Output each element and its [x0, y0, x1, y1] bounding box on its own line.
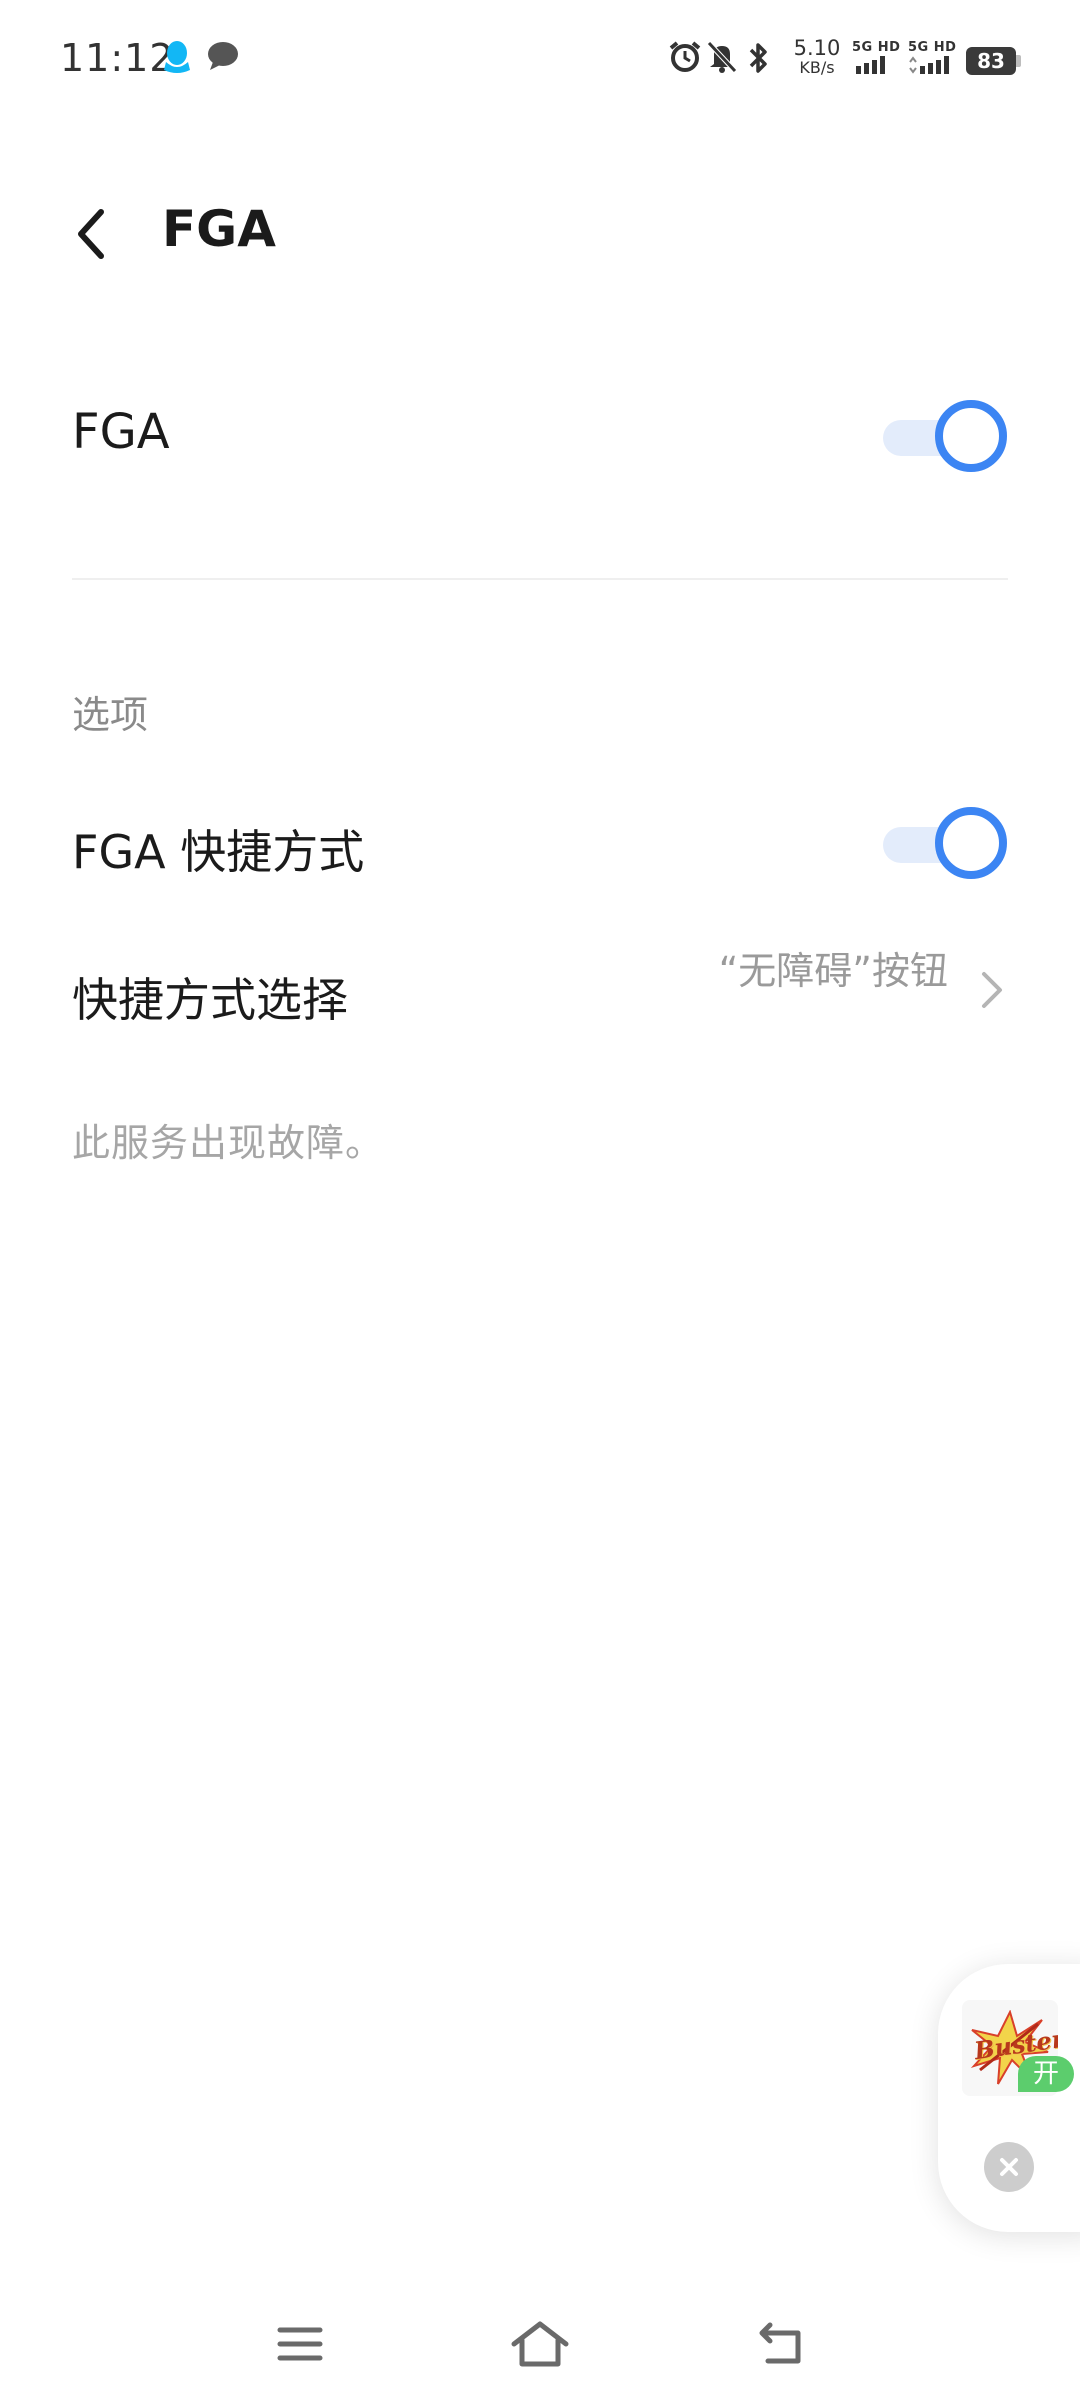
status-bar: 11:12 5.10 KB/s 5G HD 5G HD 83: [0, 0, 1080, 120]
signal-icon: [909, 56, 949, 74]
chat-bubble-icon: [206, 40, 240, 76]
qq-icon: [162, 40, 192, 80]
shortcut-select-row[interactable]: 快捷方式选择 “无障碍”按钮: [0, 920, 1080, 1060]
home-button[interactable]: [500, 2316, 580, 2372]
shortcut-select-value: “无障碍”按钮: [718, 949, 948, 993]
shortcut-select-label: 快捷方式选择: [72, 973, 348, 1027]
page-title: FGA: [162, 200, 276, 258]
signal-icon: [856, 56, 885, 74]
toggle-thumb: [935, 400, 1007, 472]
floating-widget: Buster 开: [938, 1964, 1080, 2232]
status-time: 11:12: [60, 36, 175, 80]
network-speed-value: 5.10: [793, 36, 841, 60]
battery-tip: [1016, 55, 1021, 67]
alarm-icon: [668, 40, 702, 78]
network-speed: 5.10 KB/s: [792, 38, 842, 78]
section-header-options: 选项: [72, 693, 149, 737]
close-button[interactable]: [984, 2142, 1034, 2192]
sim2-label: 5G HD: [908, 40, 957, 55]
main-toggle-switch[interactable]: [883, 400, 1007, 472]
battery-icon: 83: [966, 47, 1016, 75]
bluetooth-icon: [744, 40, 774, 80]
back-arrow-icon: [759, 2322, 801, 2364]
sim1-signal: 5G HD: [852, 40, 906, 78]
back-button[interactable]: [60, 198, 120, 270]
menu-icon: [277, 2327, 323, 2361]
network-speed-unit: KB/s: [799, 58, 835, 77]
toggle-thumb: [935, 807, 1007, 879]
enable-badge[interactable]: 开: [1018, 2056, 1074, 2092]
shortcut-toggle-label: FGA 快捷方式: [72, 825, 365, 879]
main-toggle-label: FGA: [72, 404, 170, 460]
chevron-right-icon: [982, 972, 1002, 1008]
back-nav-button[interactable]: [740, 2316, 820, 2372]
home-icon: [511, 2321, 569, 2367]
navigation-bar: [0, 2280, 1080, 2400]
chevron-left-icon: [78, 209, 104, 259]
bell-mute-icon: [706, 40, 738, 78]
close-icon: [1000, 2158, 1018, 2176]
divider: [72, 578, 1008, 580]
recent-apps-button[interactable]: [260, 2316, 340, 2372]
sim2-signal: 5G HD: [908, 40, 962, 78]
shortcut-toggle-row: FGA 快捷方式: [0, 780, 1080, 900]
shortcut-toggle-switch[interactable]: [883, 807, 1007, 879]
error-message: 此服务出现故障。: [72, 1121, 385, 1165]
sim1-label: 5G HD: [852, 40, 901, 55]
